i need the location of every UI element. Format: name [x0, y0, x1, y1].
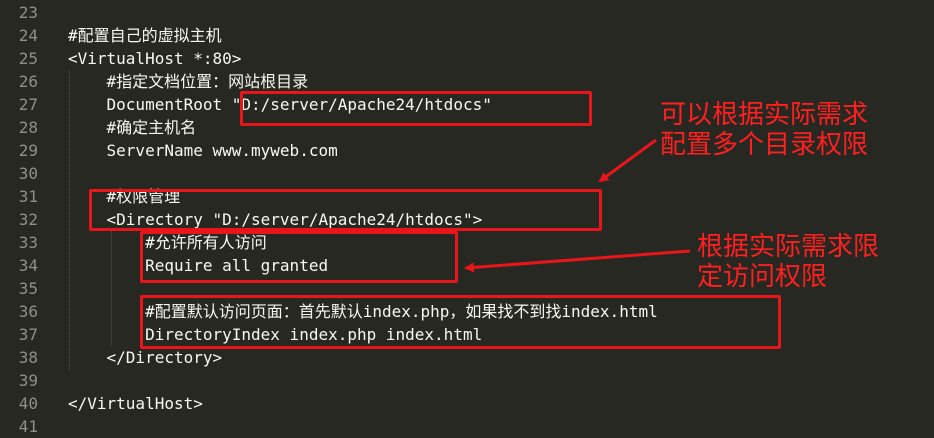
line-number: 26	[18, 72, 38, 91]
line-number: 35	[18, 279, 38, 298]
require-highlight-box	[140, 231, 458, 283]
line-number: 28	[18, 118, 38, 137]
code-line-virtualhost-open[interactable]: <VirtualHost *:80>	[68, 47, 241, 70]
line-number: 31	[18, 187, 38, 206]
line-number: 38	[18, 348, 38, 367]
line-number: 33	[18, 233, 38, 252]
directory-permission-annotation: 可以根据实际需求 配置多个目录权限	[660, 100, 869, 160]
code-line-directory-close[interactable]: </Directory>	[68, 346, 223, 369]
line-number: 32	[18, 210, 38, 229]
code-line-comment[interactable]: #确定主机名	[68, 116, 197, 139]
line-number: 34	[18, 256, 38, 275]
access-permission-annotation: 根据实际需求限 定访问权限	[697, 232, 880, 292]
line-number: 25	[18, 49, 38, 68]
line-number: 24	[18, 26, 38, 45]
line-number: 23	[18, 3, 38, 22]
directoryindex-highlight-box	[140, 295, 781, 349]
code-line-comment[interactable]: #指定文档位置：网站根目录	[68, 70, 309, 93]
code-line-servername[interactable]: ServerName www.myweb.com	[68, 139, 338, 162]
line-number: 36	[18, 302, 38, 321]
code-line-comment[interactable]: #配置自己的虚拟主机	[68, 24, 222, 47]
line-number: 27	[18, 95, 38, 114]
line-number: 37	[18, 325, 38, 344]
documentroot-highlight-box	[240, 91, 592, 126]
directory-highlight-box	[89, 189, 602, 231]
line-number: 41	[18, 417, 38, 436]
code-line-virtualhost-close[interactable]: </VirtualHost>	[68, 392, 203, 415]
line-number-gutter: 23 24 25 26 27 28 29 30 31 32 33 34 35 3…	[0, 0, 44, 436]
line-number: 39	[18, 371, 38, 390]
line-number: 30	[18, 164, 38, 183]
line-number: 29	[18, 141, 38, 160]
line-number: 40	[18, 394, 38, 413]
